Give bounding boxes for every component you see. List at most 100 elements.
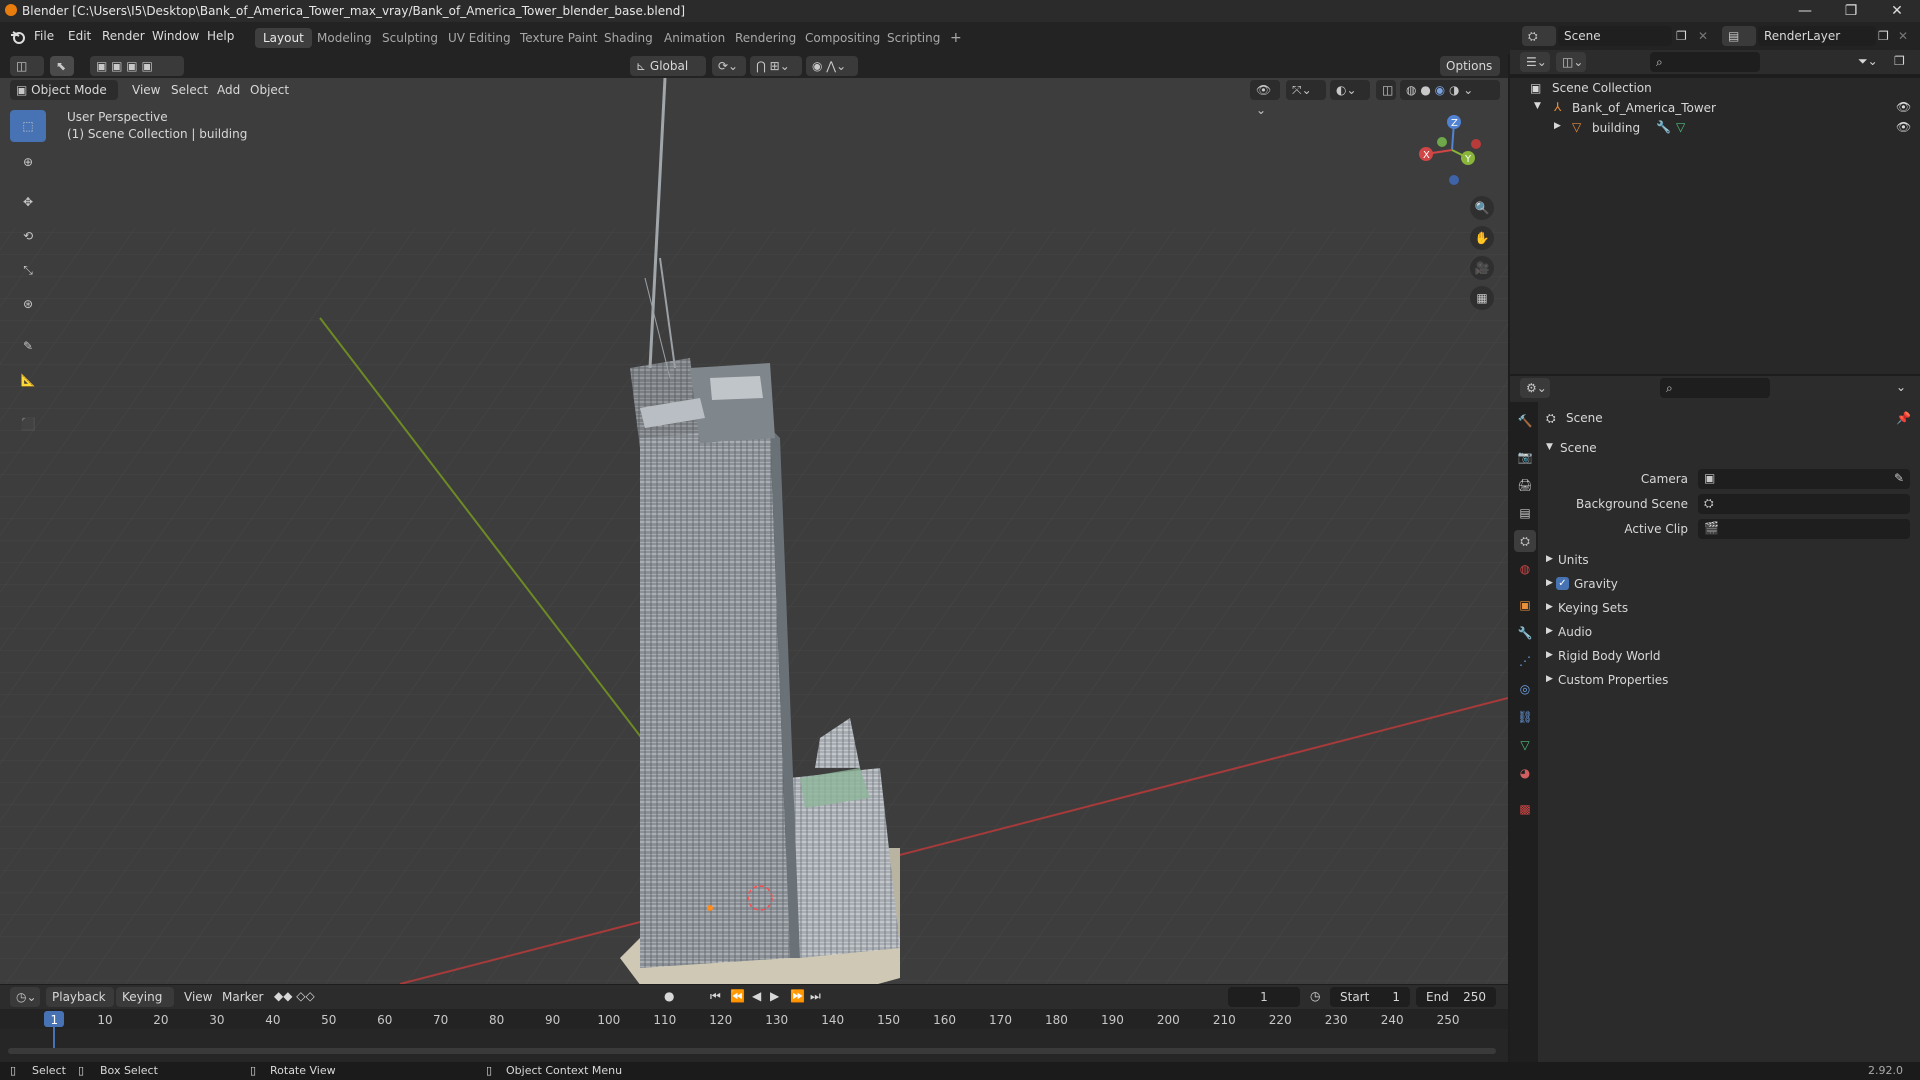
tab-sculpting[interactable]: Sculpting <box>374 28 446 48</box>
tab-compositing[interactable]: Compositing <box>797 28 888 48</box>
add-workspace-button[interactable]: + <box>942 28 970 48</box>
auto-keying-record-icon[interactable]: ● <box>664 989 674 1003</box>
panel-expand-icon[interactable]: ▶ <box>1546 626 1553 636</box>
tab-modifiers[interactable]: 🔧 <box>1514 622 1536 644</box>
active-clip-field[interactable]: 🎬 <box>1698 519 1910 539</box>
menu-help[interactable]: Help <box>207 29 234 43</box>
delete-scene-icon[interactable]: ✕ <box>1698 29 1708 43</box>
maximize-button[interactable]: ❐ <box>1828 0 1874 22</box>
modifier-wrench-icon[interactable]: 🔧 <box>1656 120 1671 134</box>
tab-physics[interactable]: ◎ <box>1514 678 1536 700</box>
cursor-tool[interactable]: ⊕ <box>10 146 46 178</box>
subpanel-units[interactable]: Units <box>1558 553 1589 567</box>
filter-icon[interactable]: ⏷⌄ <box>1858 54 1878 69</box>
tab-render[interactable]: 📷 <box>1514 446 1536 468</box>
visibility-eye-icon[interactable]: 👁 <box>1896 100 1911 114</box>
selection-mode-buttons[interactable]: ▣ ▣ ▣ ▣ <box>90 56 184 76</box>
scene-panel-title[interactable]: Scene <box>1560 441 1597 455</box>
subpanel-keying-sets[interactable]: Keying Sets <box>1558 601 1628 615</box>
select-box-tool[interactable]: ⬚ <box>10 110 46 142</box>
subpanel-audio[interactable]: Audio <box>1558 625 1592 639</box>
pivot-point-dropdown[interactable]: ⟳⌄ <box>712 56 746 76</box>
jump-start-icon[interactable]: ⏮ <box>710 989 721 1004</box>
menu-file[interactable]: File <box>34 29 54 43</box>
timeline-editor-type[interactable]: ◷⌄ <box>10 987 40 1007</box>
navigation-gizmo[interactable]: Z X Y <box>1412 110 1492 190</box>
scale-tool[interactable]: ⤡ <box>10 254 46 286</box>
outliner-item-building[interactable]: building <box>1592 121 1640 135</box>
rotate-tool[interactable]: ⟲ <box>10 220 46 252</box>
preview-range-clock-icon[interactable]: ◷ <box>1310 989 1320 1003</box>
outliner-search-input[interactable]: ⌕ <box>1650 52 1760 72</box>
camera-field[interactable]: ▣ ✎ <box>1698 469 1910 489</box>
tab-output[interactable]: 🖨 <box>1514 474 1536 496</box>
panel-expand-icon[interactable]: ▶ <box>1546 578 1553 588</box>
timeline-scrollbar[interactable] <box>8 1048 1496 1054</box>
playback-dropdown[interactable]: Playback ⌄ <box>46 987 114 1024</box>
tab-constraints[interactable]: ⛓ <box>1514 706 1536 728</box>
menu-render[interactable]: Render <box>102 29 145 43</box>
render-layer-selector[interactable]: RenderLayer <box>1758 26 1876 46</box>
subpanel-rigid-body-world[interactable]: Rigid Body World <box>1558 649 1661 663</box>
mesh-data-icon[interactable]: ▽ <box>1676 120 1685 134</box>
tab-shading[interactable]: Shading <box>596 28 661 48</box>
display-mode-dropdown[interactable]: ◫⌄ <box>1556 52 1586 72</box>
current-frame-field[interactable]: 1 <box>1228 987 1300 1007</box>
minimize-button[interactable]: — <box>1782 0 1828 22</box>
keying-dropdown[interactable]: Keying ⌄ <box>116 987 174 1024</box>
tab-material[interactable]: ◕ <box>1514 762 1536 784</box>
timeline-menu-marker[interactable]: Marker <box>222 990 263 1004</box>
end-frame-field[interactable]: End 250 <box>1416 987 1496 1007</box>
outliner-item-tower[interactable]: Bank_of_America_Tower <box>1572 101 1716 115</box>
tab-particles[interactable]: ⋰ <box>1514 650 1536 672</box>
tab-scene[interactable]: ⛭ <box>1514 530 1536 552</box>
blender-menu-icon[interactable] <box>9 28 27 46</box>
scene-type-button[interactable]: ⛭ <box>1522 26 1556 46</box>
tab-texture-paint[interactable]: Texture Paint <box>512 28 605 48</box>
annotate-tool[interactable]: ✎ <box>10 330 46 362</box>
selectability-visibility-button[interactable]: 👁⌄ <box>1250 80 1280 117</box>
panel-collapse-icon[interactable]: ▼ <box>1546 442 1553 452</box>
tab-scripting[interactable]: Scripting <box>879 28 948 48</box>
menu-view[interactable]: View <box>132 83 160 97</box>
move-tool[interactable]: ✥ <box>10 186 46 218</box>
tab-layout[interactable]: Layout <box>255 28 312 48</box>
mode-dropdown[interactable]: ▣ Object Mode ⌄ <box>10 80 118 117</box>
expand-toggle-icon[interactable]: ▼ <box>1534 101 1541 111</box>
pin-icon[interactable]: 📌 <box>1896 411 1911 425</box>
keyframe-icons[interactable]: ◆◆ ◇◇ <box>274 989 315 1003</box>
pan-hand-icon[interactable]: ✋ <box>1470 226 1494 250</box>
menu-edit[interactable]: Edit <box>68 29 91 43</box>
gizmo-toggle[interactable]: ⤧⌄ <box>1286 80 1326 100</box>
transform-orientation-dropdown[interactable]: ⊾ Global ⌄ <box>630 56 706 93</box>
delete-view-layer-icon[interactable]: ✕ <box>1898 29 1908 43</box>
outliner-root[interactable]: Scene Collection <box>1552 81 1652 95</box>
menu-select[interactable]: Select <box>171 83 208 97</box>
tab-rendering[interactable]: Rendering <box>727 28 804 48</box>
new-collection-icon[interactable]: ❐ <box>1894 54 1905 68</box>
tab-tool[interactable]: 🔨 <box>1514 410 1536 432</box>
new-scene-icon[interactable]: ❐ <box>1676 29 1687 43</box>
jump-end-icon[interactable]: ⏭ <box>810 989 821 1004</box>
tab-modeling[interactable]: Modeling <box>309 28 380 48</box>
visibility-eye-icon[interactable]: 👁 <box>1896 120 1911 134</box>
next-keyframe-icon[interactable]: ⏩ <box>790 989 805 1003</box>
tab-texture[interactable]: ▩ <box>1514 798 1536 820</box>
menu-add[interactable]: Add <box>217 83 240 97</box>
menu-window[interactable]: Window <box>152 29 199 43</box>
proportional-editing[interactable]: ◉ ⋀⌄ <box>806 56 858 76</box>
editor-type-button[interactable]: ◫ <box>10 56 44 76</box>
shading-mode-buttons[interactable]: ◍ ● ◉ ◑ ⌄ <box>1400 80 1500 100</box>
expand-toggle-icon[interactable]: ▶ <box>1554 121 1561 131</box>
overlays-toggle[interactable]: ◐⌄ <box>1330 80 1370 100</box>
panel-expand-icon[interactable]: ▶ <box>1546 650 1553 660</box>
tab-animation[interactable]: Animation <box>656 28 733 48</box>
start-frame-field[interactable]: Start 1 <box>1330 987 1410 1007</box>
measure-tool[interactable]: 📐 <box>10 364 46 396</box>
xray-toggle[interactable]: ◫ <box>1376 80 1396 100</box>
3d-viewport[interactable]: User Perspective (1) Scene Collection | … <box>0 78 1508 984</box>
play-icon[interactable]: ▶ <box>770 989 779 1003</box>
chevron-down-icon[interactable]: ⌄ <box>1896 380 1906 394</box>
camera-view-icon[interactable]: 🎥 <box>1470 256 1494 280</box>
panel-expand-icon[interactable]: ▶ <box>1546 602 1553 612</box>
